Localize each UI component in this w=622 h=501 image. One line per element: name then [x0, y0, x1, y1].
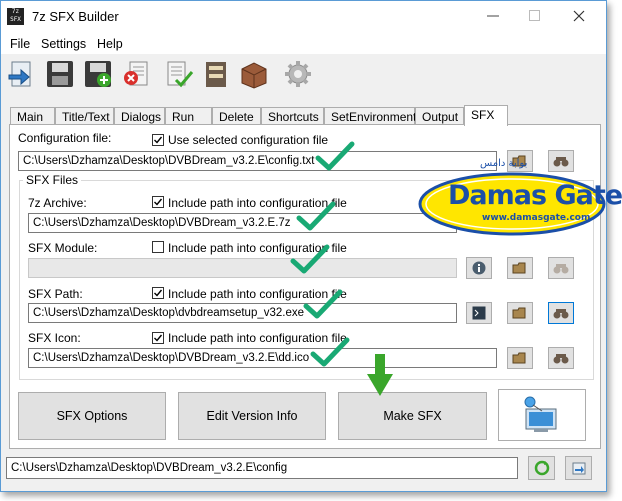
test-sfx-button[interactable] [498, 389, 586, 441]
config-file-label: Configuration file: [18, 131, 112, 145]
checkbox-check-icon [154, 136, 163, 144]
save-as-button[interactable] [82, 58, 114, 90]
open-folder-button[interactable] [565, 456, 592, 480]
floppy-disk-icon [47, 61, 73, 87]
package-button[interactable] [238, 58, 270, 90]
make-sfx-button[interactable]: Make SFX [338, 392, 487, 440]
folder-open-icon [512, 307, 526, 319]
menu-bar: File Settings Help [1, 32, 606, 54]
info-icon [472, 261, 486, 275]
tab-dialogs[interactable]: Dialogs [114, 107, 165, 125]
tab-output[interactable]: Output [415, 107, 464, 125]
sfx-path-field[interactable]: C:\Users\Dzhamza\Desktop\dvbdreamsetup_v… [28, 303, 457, 323]
toolbar [1, 54, 606, 96]
check-config-button[interactable] [163, 58, 195, 90]
binoculars-icon [553, 264, 569, 274]
watermark-brand: Damas Gate [448, 180, 622, 211]
sfx-path-label: SFX Path: [28, 287, 83, 301]
module-view-button[interactable] [548, 257, 574, 279]
archive-button[interactable] [200, 58, 232, 90]
sfx-icon-view-button[interactable] [548, 347, 574, 369]
sfx-icon-path-field[interactable]: C:\Users\Dzhamza\Desktop\DVBDream_v3.2.E… [28, 348, 497, 368]
tab-title-text[interactable]: Title/Text [55, 107, 114, 125]
module-path-field[interactable] [28, 258, 457, 278]
folder-open-icon [512, 352, 526, 364]
app-icon: 7z SFX [7, 8, 24, 25]
maximize-button[interactable] [515, 4, 555, 28]
gear-icon [285, 61, 311, 87]
sfx-icon-include-path-checkbox[interactable] [152, 332, 164, 344]
module-browse-button[interactable] [507, 257, 533, 279]
sfx-options-button[interactable]: SFX Options [18, 392, 166, 440]
sfx-path-include-path-checkbox[interactable] [152, 287, 164, 299]
status-path-field[interactable]: C:\Users\Dzhamza\Desktop\DVBDream_v3.2.E… [6, 457, 518, 479]
delete-config-button[interactable] [120, 58, 152, 90]
console-icon [472, 306, 486, 320]
maximize-icon [529, 10, 540, 21]
binoculars-icon [553, 354, 569, 364]
sfx-icon-browse-button[interactable] [507, 347, 533, 369]
menu-file[interactable]: File [10, 37, 30, 51]
package-box-icon [241, 62, 267, 89]
checkbox-check-icon [154, 198, 163, 206]
checkbox-check-icon [154, 289, 163, 297]
annotation-check-icon [315, 141, 355, 171]
menu-help[interactable]: Help [97, 37, 123, 51]
sfx-icon-label: SFX Icon: [28, 331, 81, 345]
refresh-button[interactable] [528, 456, 555, 480]
sfx-path-run-button[interactable] [466, 302, 492, 324]
tab-sfx[interactable]: SFX [464, 105, 508, 126]
use-config-checkbox[interactable] [152, 134, 164, 146]
tab-delete[interactable]: Delete [212, 107, 261, 125]
tab-shortcuts[interactable]: Shortcuts [261, 107, 324, 125]
archive-include-path-checkbox[interactable] [152, 196, 164, 208]
tab-setenvironment[interactable]: SetEnvironment [324, 107, 416, 125]
annotation-check-icon [310, 337, 350, 367]
archive-box-icon [206, 62, 226, 87]
tab-run[interactable]: Run [165, 107, 212, 125]
edit-version-info-label: Edit Version Info [206, 409, 298, 423]
watermark-arabic: بوابة دامس [480, 158, 528, 169]
use-config-checkbox-label: Use selected configuration file [168, 133, 329, 147]
title-bar: 7z SFX 7z SFX Builder [1, 1, 606, 32]
document-check-icon [167, 61, 194, 88]
archive-path-field[interactable]: C:\Users\Dzhamza\Desktop\DVBDream_v3.2.E… [28, 213, 457, 233]
save-button[interactable] [44, 58, 76, 90]
checkbox-check-icon [154, 334, 163, 342]
minimize-button[interactable] [473, 4, 513, 28]
computer-network-icon [524, 396, 557, 432]
annotation-check-icon [296, 201, 336, 231]
floppy-disk-plus-icon [85, 61, 111, 87]
annotation-arrow-down-icon [367, 354, 393, 396]
make-sfx-label: Make SFX [383, 409, 442, 423]
sfx-options-label: SFX Options [56, 409, 128, 423]
menu-settings[interactable]: Settings [41, 37, 86, 51]
folder-arrow-icon [572, 462, 585, 475]
close-icon [573, 10, 585, 22]
module-include-path-checkbox[interactable] [152, 241, 164, 253]
open-button[interactable] [6, 58, 38, 90]
open-folder-icon [8, 61, 31, 87]
tab-main[interactable]: Main [10, 107, 55, 125]
window-title: 7z SFX Builder [32, 9, 119, 24]
damas-gate-watermark: بوابة دامس Damas Gate www.damasgate.com [418, 158, 622, 240]
folder-open-icon [512, 262, 526, 274]
sfx-path-view-button[interactable] [548, 302, 574, 324]
module-info-button[interactable] [466, 257, 492, 279]
binoculars-icon [553, 309, 569, 319]
refresh-icon [534, 460, 549, 476]
module-label: SFX Module: [28, 241, 98, 255]
settings-button[interactable] [282, 58, 314, 90]
archive-label: 7z Archive: [28, 196, 87, 210]
annotation-check-icon [303, 289, 343, 319]
minimize-icon [487, 15, 499, 17]
document-delete-icon [124, 61, 148, 86]
annotation-check-icon [290, 244, 330, 274]
sfx-path-browse-button[interactable] [507, 302, 533, 324]
sfx-files-group-title: SFX Files [23, 173, 82, 187]
watermark-url: www.damasgate.com [482, 213, 591, 223]
close-button[interactable] [559, 4, 599, 28]
edit-version-info-button[interactable]: Edit Version Info [178, 392, 326, 440]
